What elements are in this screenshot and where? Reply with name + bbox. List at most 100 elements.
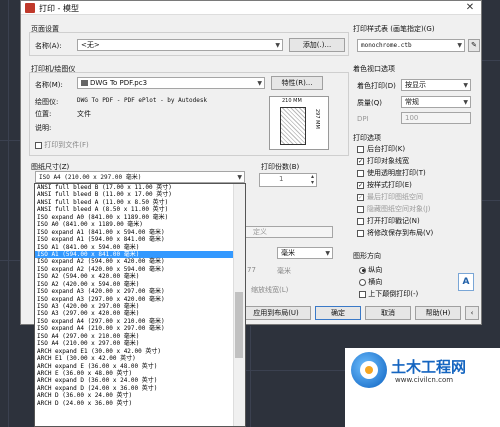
plot-option-checkbox[interactable]: ✓ (357, 193, 364, 201)
paper-size-option[interactable]: ISO expand A3 (297.00 x 420.00 毫米) (35, 296, 245, 303)
paper-size-option[interactable]: ISO A2 (594.00 x 420.00 毫米) (35, 273, 245, 280)
plot-option-item[interactable]: 打开打印戳记(N) (357, 216, 433, 228)
preview-width-label: 210 MM (282, 98, 302, 104)
printer-name-select[interactable]: DWG To PDF.pc3 ▼ (77, 77, 265, 89)
portrait-option[interactable]: 纵向 (359, 265, 382, 275)
plot-option-label: 按样式打印(E) (367, 181, 412, 189)
paper-size-option[interactable]: ISO A0 (841.00 x 1189.00 毫米) (35, 221, 245, 228)
edit-plot-style-button[interactable]: ✎ (468, 39, 480, 52)
preview-height-label: 297 MM (314, 109, 320, 129)
portrait-radio[interactable] (359, 266, 366, 274)
plot-option-checkbox[interactable] (357, 217, 364, 225)
ok-button[interactable]: 确定 (315, 306, 361, 320)
quality-value: 常规 (405, 98, 419, 106)
page-setup-name-select[interactable]: <无> ▼ (77, 39, 283, 51)
plot-option-item[interactable]: 后台打印(K) (357, 144, 433, 156)
chevron-down-icon: ▼ (257, 80, 262, 87)
plot-option-checkbox[interactable]: ✓ (357, 157, 364, 165)
printer-properties-button[interactable]: 特性(R)... (271, 76, 323, 90)
paper-size-option[interactable]: ISO expand A2 (594.00 x 420.00 毫米) (35, 258, 245, 265)
paper-preview: 210 MM 297 MM (269, 96, 329, 150)
unit-label-2: 毫米 (277, 267, 291, 275)
description-label: 说明: (35, 124, 52, 132)
paper-size-option[interactable]: ISO expand A1 (594.00 x 841.00 毫米) (35, 236, 245, 243)
landscape-label: 横向 (368, 278, 383, 286)
logo-dot (365, 366, 373, 374)
unit-value-2: 77 (247, 266, 256, 274)
plot-option-label: 使用透明度打印(T) (367, 169, 426, 177)
paper-size-option[interactable]: ANSI full bleed A (8.50 x 11.00 英寸) (35, 206, 245, 213)
scale-lineweights-label: 缩放线宽(L) (251, 286, 289, 294)
paper-size-option[interactable]: ISO expand A1 (841.00 x 594.00 毫米) (35, 229, 245, 236)
paper-size-option[interactable]: ARCH expand E (36.00 x 48.00 英寸) (35, 363, 245, 370)
unit-select[interactable]: 毫米 ▼ (277, 247, 333, 259)
plot-option-item[interactable]: ✓ 按样式打印(E) (357, 180, 433, 192)
watermark-url: www.civilcn.com (395, 376, 454, 384)
dpi-label: DPI (357, 115, 369, 123)
plot-option-checkbox[interactable] (357, 169, 364, 177)
autocad-icon (25, 3, 35, 13)
printer-name-value: DWG To PDF.pc3 (90, 79, 148, 87)
chevron-down-icon: ▼ (237, 174, 242, 181)
paper-size-option[interactable]: ISO expand A3 (420.00 x 297.00 毫米) (35, 288, 245, 295)
plot-option-label: 隐藏图纸空间对象(J) (367, 205, 431, 213)
plot-style-select[interactable]: monochrome.ctb ▼ (357, 39, 465, 52)
help-button[interactable]: 帮助(H) (415, 306, 461, 320)
landscape-option[interactable]: 横向 (359, 277, 382, 287)
paper-size-option[interactable]: ARCH expand D (36.00 x 24.00 英寸) (35, 377, 245, 384)
stepper-icon[interactable]: ▴ ▾ (311, 174, 314, 186)
chevron-down-icon: ▼ (275, 42, 280, 49)
plot-style-section-label: 打印样式表 (画笔指定)(G) (353, 25, 435, 33)
collapse-button[interactable]: ‹ (465, 306, 479, 320)
plot-option-checkbox[interactable] (357, 205, 364, 213)
plot-option-label: 最后打印图纸空间 (367, 193, 423, 201)
cancel-button[interactable]: 取消 (365, 306, 411, 320)
paper-size-option[interactable]: ARCH E1 (30.00 x 42.00 英寸) (35, 355, 245, 362)
plot-option-label: 打开打印戳记(N) (367, 217, 420, 225)
close-button[interactable]: ✕ (461, 2, 479, 14)
printer-icon (81, 80, 88, 86)
print-to-file-option[interactable]: 打印到文件(F) (35, 140, 89, 150)
add-page-setup-button[interactable]: 添加(.)... (289, 38, 345, 52)
plot-option-item[interactable]: 使用透明度打印(T) (357, 168, 433, 180)
page-setup-name-label: 名称(A): (35, 42, 62, 50)
plot-option-item[interactable]: 将修改保存到布局(V) (357, 228, 433, 240)
copies-value: 1 (279, 175, 284, 183)
dropdown-scrollbar-thumb[interactable] (235, 292, 243, 358)
paper-size-option[interactable]: ARCH expand E1 (30.00 x 42.00 英寸) (35, 348, 245, 355)
paper-size-select[interactable]: ISO A4 (210.00 x 297.00 毫米) ▼ (35, 171, 245, 183)
shaded-viewport-section-label: 着色视口选项 (353, 65, 395, 73)
quality-select[interactable]: 常规 ▼ (401, 96, 471, 108)
copies-input[interactable]: 1 ▴ ▾ (259, 173, 317, 187)
paper-size-option[interactable]: ARCH D (36.00 x 24.00 英寸) (35, 392, 245, 399)
shade-plot-label: 着色打印(D) (357, 82, 396, 90)
paper-size-option[interactable]: ISO A2 (420.00 x 594.00 毫米) (35, 281, 245, 288)
paper-size-option[interactable]: ISO A1 (841.00 x 594.00 毫米) (35, 244, 245, 251)
paper-size-option[interactable]: ISO A3 (297.00 x 420.00 毫米) (35, 310, 245, 317)
upside-down-option[interactable]: 上下颠倒打印(-) (359, 289, 418, 299)
landscape-radio[interactable] (359, 278, 366, 286)
site-logo-icon (351, 352, 387, 388)
paper-size-value: ISO A4 (210.00 x 297.00 毫米) (39, 174, 142, 181)
scale-select[interactable]: 定义 (237, 226, 333, 238)
chevron-down-icon: ▼ (463, 99, 468, 106)
plot-option-checkbox[interactable] (357, 229, 364, 237)
paper-size-option[interactable]: ISO A4 (210.00 x 297.00 毫米) (35, 340, 245, 347)
plot-style-value: monochrome.ctb (361, 42, 412, 49)
dpi-input[interactable]: 100 (401, 112, 471, 124)
orientation-preview-icon: A (458, 273, 474, 291)
paper-size-option[interactable]: ISO expand A4 (210.00 x 297.00 毫米) (35, 325, 245, 332)
plot-option-item[interactable]: 隐藏图纸空间对象(J) (357, 204, 433, 216)
shade-plot-select[interactable]: 按显示 ▼ (401, 79, 471, 91)
paper-size-option[interactable]: ANSI full bleed B (11.00 x 17.00 英寸) (35, 191, 245, 198)
orientation-section-label: 图形方向 (353, 252, 381, 260)
plot-option-checkbox[interactable] (357, 145, 364, 153)
plot-option-checkbox[interactable]: ✓ (357, 181, 364, 189)
plot-option-item[interactable]: ✓ 最后打印图纸空间 (357, 192, 433, 204)
plot-option-item[interactable]: ✓ 打印对象线宽 (357, 156, 433, 168)
apply-to-layout-button[interactable]: 应用到布局(U) (241, 306, 311, 320)
upside-down-checkbox[interactable] (359, 290, 366, 298)
paper-size-option[interactable]: ARCH D (24.00 x 36.00 英寸) (35, 400, 245, 407)
dialog-title: 打印 - 模型 (39, 4, 79, 13)
print-to-file-checkbox[interactable] (35, 141, 42, 149)
